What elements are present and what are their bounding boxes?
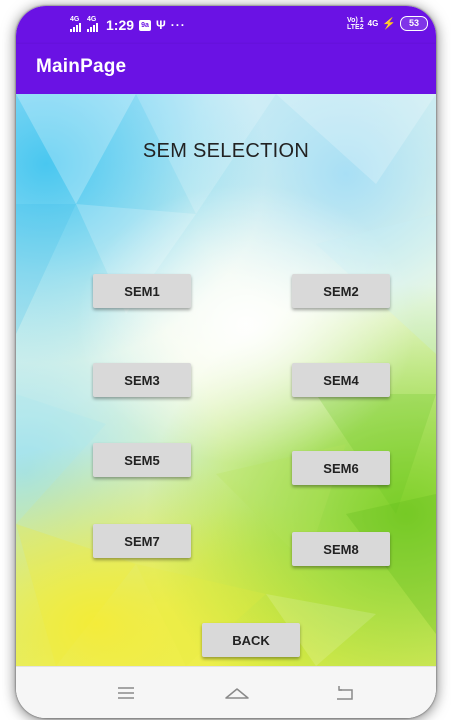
status-bar: 4G 4G 1:29 9a Ψ ··· Vo) 1 LTE2 4G ⚡ 53	[16, 6, 436, 44]
sem5-button[interactable]: SEM5	[93, 443, 191, 477]
volte-icon: Vo) 1 LTE2	[347, 17, 364, 31]
status-left: 4G 4G 1:29 9a Ψ ···	[70, 16, 186, 34]
sem4-button[interactable]: SEM4	[292, 363, 390, 397]
navigation-bar	[16, 666, 436, 718]
content-area: SEM SELECTION SEM1 SEM2 SEM3 SEM4 SEM5 S…	[16, 94, 436, 666]
signal-1-label: 4G	[70, 16, 80, 23]
app-notification-icon: 9a	[139, 19, 152, 31]
volte-bottom-label: LTE2	[347, 23, 364, 31]
sem3-button[interactable]: SEM3	[93, 363, 191, 397]
usb-icon: Ψ	[156, 18, 166, 32]
status-right: Vo) 1 LTE2 4G ⚡ 53	[347, 16, 428, 31]
signal-1-icon: 4G	[70, 16, 82, 34]
sem1-button[interactable]: SEM1	[93, 274, 191, 308]
sem8-button[interactable]: SEM8	[292, 532, 390, 566]
home-icon[interactable]	[222, 681, 252, 705]
sem2-button[interactable]: SEM2	[292, 274, 390, 308]
status-time: 1:29	[106, 17, 135, 33]
app-bar: MainPage	[16, 44, 436, 94]
app-bar-title: MainPage	[36, 56, 127, 77]
sem6-button[interactable]: SEM6	[292, 451, 390, 485]
signal-2-icon: 4G	[87, 16, 99, 34]
back-button[interactable]: BACK	[202, 623, 300, 657]
sem7-button[interactable]: SEM7	[93, 524, 191, 558]
charging-bolt-icon: ⚡	[382, 18, 396, 30]
page-heading: SEM SELECTION	[142, 140, 310, 162]
back-return-icon[interactable]	[330, 681, 360, 705]
phone-screen: 4G 4G 1:29 9a Ψ ··· Vo) 1 LTE2 4G ⚡ 53 M…	[16, 6, 436, 718]
more-notifications-icon: ···	[170, 18, 186, 32]
menu-lines-icon[interactable]	[111, 681, 141, 705]
signal-2-label: 4G	[87, 16, 97, 23]
battery-icon: 53	[400, 16, 428, 31]
network-4g-icon: 4G	[367, 19, 379, 28]
volte-top-label: Vo) 1	[347, 16, 364, 24]
